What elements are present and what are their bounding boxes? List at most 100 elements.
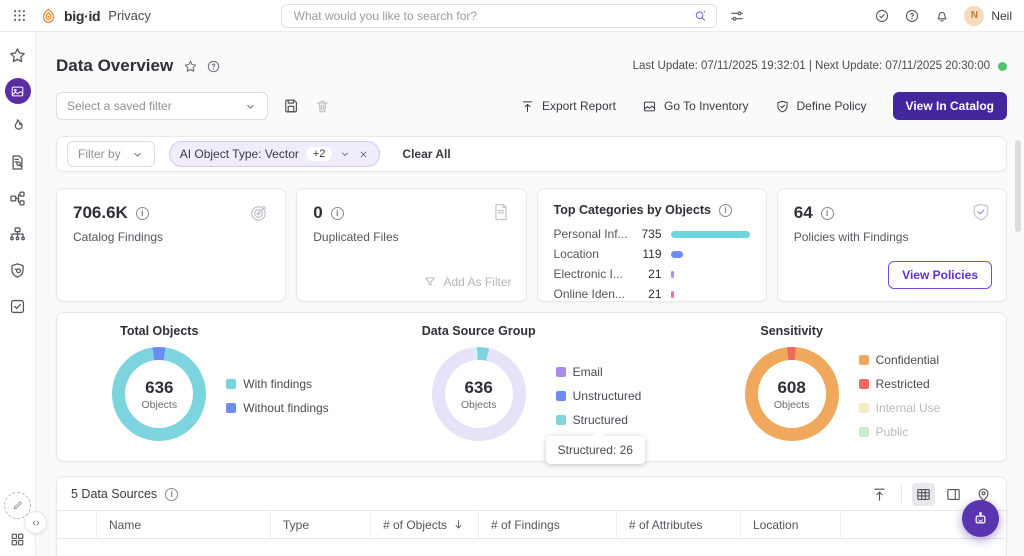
chip-remove-icon[interactable] [358, 149, 369, 160]
checkbox-icon [8, 297, 27, 316]
ai-search-icon[interactable] [693, 8, 708, 23]
sidebar-item-overview[interactable] [5, 78, 31, 104]
info-icon[interactable]: i [165, 488, 178, 501]
vertical-scrollbar[interactable] [1015, 140, 1021, 232]
document-icon [490, 201, 512, 223]
table-row[interactable] [57, 538, 1006, 556]
filter-by-dropdown[interactable]: Filter by [67, 141, 155, 167]
info-icon[interactable]: i [331, 207, 344, 220]
category-row[interactable]: Electronic I... 21 [554, 267, 750, 281]
bigid-logo[interactable]: big·id Privacy [39, 6, 151, 25]
sidebar-item-data-sources[interactable] [8, 225, 27, 244]
waffle-menu-icon[interactable] [12, 8, 27, 23]
bigid-logo-icon [39, 6, 58, 25]
donut-center-label: Objects [774, 399, 810, 411]
chart-total-objects: Total Objects 636 Objects With findings [65, 324, 376, 453]
page-help-icon[interactable] [206, 59, 221, 74]
filter-chip-extra-badge[interactable]: +2 [306, 147, 333, 161]
catalog-findings-label: Catalog Findings [73, 230, 269, 244]
total-objects-donut[interactable]: 636 Objects [112, 347, 206, 441]
sidebar-item-catalog[interactable] [8, 153, 27, 172]
category-row[interactable]: Online Iden... 21 [554, 287, 750, 301]
search-settings-icon[interactable] [729, 8, 745, 24]
sensitivity-donut[interactable]: 608 Objects [745, 347, 839, 441]
filter-chip-ai-object-type[interactable]: AI Object Type: Vector +2 [169, 141, 381, 167]
delete-filter-button[interactable] [314, 98, 331, 115]
sidebar-item-classification[interactable] [8, 189, 27, 208]
select-all-column[interactable] [57, 511, 97, 538]
duplicated-files-value: 0 [313, 203, 322, 223]
legend-item[interactable]: Without findings [226, 401, 328, 415]
category-row[interactable]: Location 119 [554, 247, 750, 261]
topbar-right-group: N Neil [874, 6, 1012, 26]
legend-item[interactable]: Email [556, 365, 642, 379]
category-bar [671, 271, 674, 278]
category-label: Online Iden... [554, 287, 632, 301]
data-source-group-donut[interactable]: 636 Objects [432, 347, 526, 441]
legend-item[interactable]: Structured [556, 413, 642, 427]
chip-chevron-down-icon[interactable] [339, 148, 351, 160]
legend-swatch [226, 379, 236, 389]
card-top-categories: Top Categories by Objects i Personal Inf… [537, 188, 767, 302]
saved-filter-select[interactable]: Select a saved filter [56, 92, 268, 120]
column-label: # of Objects [383, 518, 447, 532]
column-header-location[interactable]: Location [741, 511, 841, 538]
category-label: Electronic I... [554, 267, 632, 281]
category-value: 735 [632, 227, 662, 241]
save-filter-button[interactable] [282, 97, 300, 115]
legend-item[interactable]: Confidential [859, 353, 941, 367]
legend-item[interactable]: Internal Use [859, 401, 941, 415]
chart-title: Data Source Group [422, 324, 536, 338]
export-report-button[interactable]: Export Report [520, 99, 616, 114]
column-header-objects[interactable]: # of Objects [371, 511, 479, 538]
column-header-name[interactable]: Name [97, 511, 271, 538]
split-view-icon[interactable] [945, 486, 962, 503]
sort-desc-icon[interactable] [452, 518, 465, 531]
view-policies-button[interactable]: View Policies [888, 261, 992, 289]
sidebar-collapse-toggle[interactable] [24, 511, 47, 534]
legend-item[interactable]: Public [859, 425, 941, 439]
sidebar-item-hotspots[interactable] [8, 117, 27, 136]
tasks-status-icon[interactable] [874, 8, 890, 24]
category-label: Location [554, 247, 632, 261]
go-to-inventory-button[interactable]: Go To Inventory [642, 99, 749, 114]
notifications-bell-icon[interactable] [934, 8, 950, 24]
table-export-icon[interactable] [871, 486, 888, 503]
donut-center-value: 636 [145, 378, 173, 398]
saved-filter-row: Select a saved filter Export Report Go T… [56, 92, 1007, 120]
sidebar-apps-button[interactable] [9, 531, 26, 548]
help-icon[interactable] [904, 8, 920, 24]
info-icon[interactable]: i [719, 204, 732, 217]
define-policy-button[interactable]: Define Policy [775, 99, 867, 114]
view-in-catalog-button[interactable]: View In Catalog [893, 92, 1007, 120]
column-label: Location [753, 518, 798, 532]
assistant-fab[interactable] [962, 500, 999, 537]
sidebar-item-policies[interactable] [8, 261, 27, 280]
table-column-headers: Name Type # of Objects # of Findings # o… [57, 510, 1006, 538]
grid-view-icon[interactable] [912, 483, 935, 506]
info-icon[interactable]: i [821, 207, 834, 220]
sidebar-item-favorites[interactable] [8, 46, 27, 65]
shield-icon [8, 261, 27, 280]
legend-label: Without findings [243, 401, 328, 415]
column-header-type[interactable]: Type [271, 511, 371, 538]
filter-chip-label: AI Object Type: Vector [180, 147, 299, 161]
column-header-attributes[interactable]: # of Attributes [617, 511, 741, 538]
user-menu[interactable]: N Neil [964, 6, 1012, 26]
sidebar-item-tasks[interactable] [8, 297, 27, 316]
clear-all-button[interactable]: Clear All [402, 147, 450, 161]
legend-item[interactable]: Unstructured [556, 389, 642, 403]
column-header-findings[interactable]: # of Findings [479, 511, 617, 538]
category-bar [671, 231, 750, 238]
search-input[interactable] [294, 9, 685, 23]
info-icon[interactable]: i [136, 207, 149, 220]
category-row[interactable]: Personal Inf... 735 [554, 227, 750, 241]
favorite-star-icon[interactable] [183, 59, 198, 74]
global-search[interactable] [281, 4, 717, 28]
add-as-filter-button[interactable]: Add As Filter [423, 275, 511, 289]
chevron-down-icon [131, 148, 144, 161]
legend-item[interactable]: With findings [226, 377, 328, 391]
legend-item[interactable]: Restricted [859, 377, 941, 391]
top-bar: big·id Privacy N Neil [0, 0, 1024, 32]
legend-swatch [859, 403, 869, 413]
